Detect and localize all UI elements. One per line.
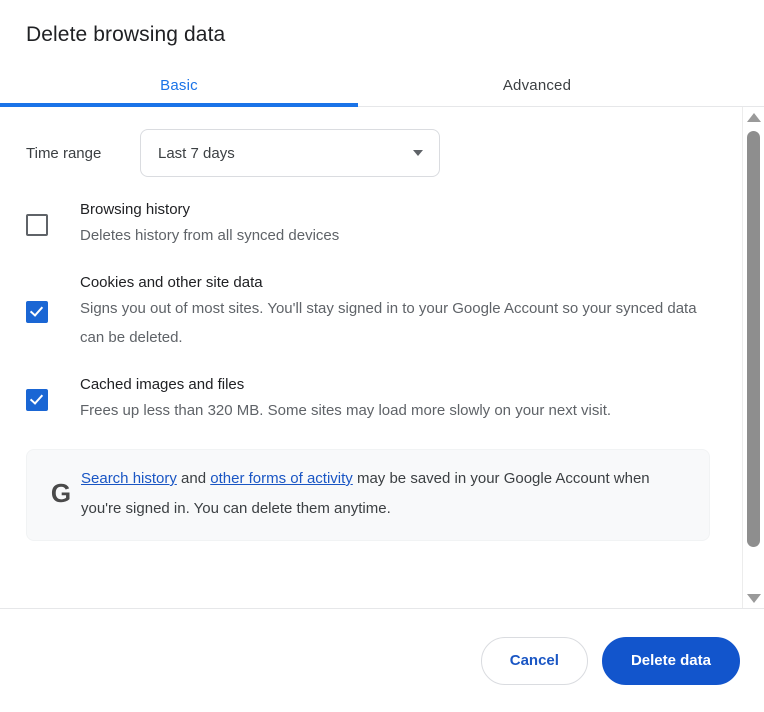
option-text: Cached images and files Frees up less th… (80, 374, 716, 425)
page-title: Delete browsing data (26, 23, 226, 46)
checkbox-cell (26, 388, 80, 411)
delete-browsing-data-dialog: Delete browsing data Basic Advanced Time… (0, 0, 764, 712)
time-range-select[interactable]: Last 7 days (140, 129, 440, 177)
delete-data-button[interactable]: Delete data (601, 636, 740, 685)
other-forms-of-activity-link[interactable]: other forms of activity (210, 470, 353, 487)
checkbox-cell (26, 301, 80, 323)
option-row-cookies[interactable]: Cookies and other site data Signs you ou… (0, 272, 742, 352)
info-mid-text: and (176, 470, 211, 487)
dialog-body: Time range Last 7 days Browsing history … (0, 107, 764, 608)
checkbox-cached-images-and-files[interactable] (26, 388, 48, 411)
option-text: Cookies and other site data Signs you ou… (80, 272, 716, 352)
option-description: Frees up less than 320 MB. Some sites ma… (80, 402, 612, 419)
cancel-button[interactable]: Cancel (480, 636, 588, 685)
google-account-info-card: G Search history and other forms of acti… (26, 449, 710, 541)
option-row-browsing-history[interactable]: Browsing history Deletes history from al… (0, 199, 742, 250)
tab-bar: Basic Advanced (0, 64, 764, 107)
option-description: Signs you out of most sites. You'll stay… (80, 300, 697, 346)
option-title: Browsing history (80, 201, 191, 218)
time-range-value: Last 7 days (158, 144, 235, 162)
info-card-text: Search history and other forms of activi… (81, 464, 693, 524)
checkbox-cookies-and-site-data[interactable] (26, 301, 48, 323)
option-title: Cookies and other site data (80, 274, 263, 291)
scroll-down-arrow-icon[interactable] (743, 588, 764, 608)
dialog-footer: Cancel Delete data (0, 608, 764, 712)
checkbox-cell (26, 213, 80, 236)
checkbox-browsing-history[interactable] (26, 213, 48, 236)
scrollable-content: Time range Last 7 days Browsing history … (0, 107, 742, 608)
option-text: Browsing history Deletes history from al… (80, 199, 716, 250)
scroll-up-arrow-icon[interactable] (743, 107, 764, 127)
scrollbar-thumb[interactable] (747, 131, 760, 547)
vertical-scrollbar[interactable] (742, 107, 764, 608)
tab-basic[interactable]: Basic (0, 64, 358, 106)
option-row-cached-images[interactable]: Cached images and files Frees up less th… (0, 374, 742, 425)
time-range-label: Time range (26, 144, 102, 162)
tab-advanced[interactable]: Advanced (358, 64, 716, 106)
chevron-down-icon (413, 150, 423, 156)
option-title: Cached images and files (80, 376, 245, 393)
google-g-logo-icon: G (50, 478, 72, 508)
time-range-row: Time range Last 7 days (0, 107, 742, 177)
scrollbar-track[interactable] (743, 127, 764, 588)
option-description: Deletes history from all synced devices (80, 227, 340, 244)
search-history-link[interactable]: Search history (81, 470, 177, 487)
